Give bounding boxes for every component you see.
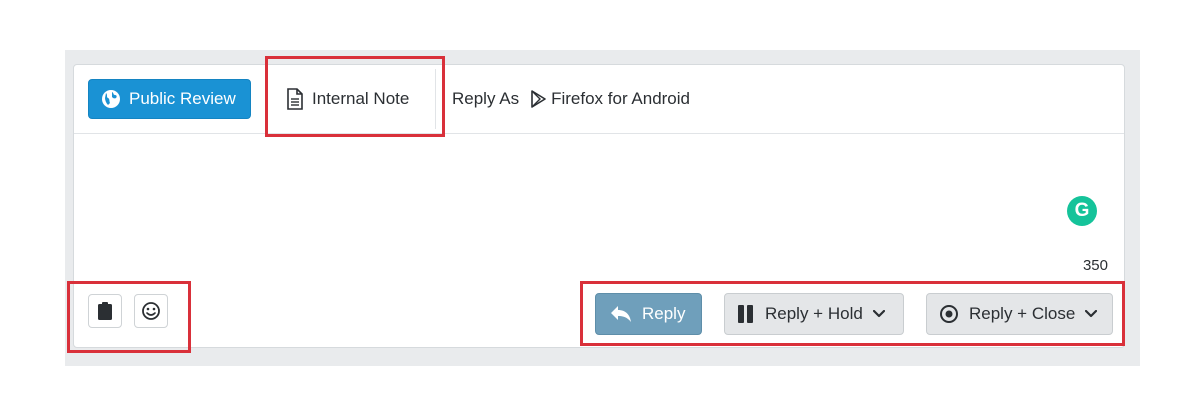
reply-as-label: Reply As <box>452 89 520 108</box>
character-counter: 350 <box>1082 257 1108 274</box>
grammarly-icon[interactable]: G <box>1067 196 1097 226</box>
highlight-actions <box>580 281 1125 346</box>
play-store-icon <box>531 90 546 108</box>
highlight-left-tools <box>67 281 191 353</box>
reply-as-channel-label: Firefox for Android <box>551 89 690 108</box>
grammarly-letter: G <box>1074 200 1090 221</box>
reply-as-channel[interactable]: Firefox for Android <box>531 89 690 109</box>
composer-tab-bar: Public Review Internal Note Reply As Fir… <box>74 65 1124 134</box>
globe-icon <box>102 90 120 108</box>
reply-as-selector[interactable]: Reply As Firefox for Android <box>452 65 690 133</box>
highlight-internal-note <box>265 56 445 137</box>
tab-public-review[interactable]: Public Review <box>88 79 251 119</box>
tab-public-review-label: Public Review <box>129 89 236 108</box>
